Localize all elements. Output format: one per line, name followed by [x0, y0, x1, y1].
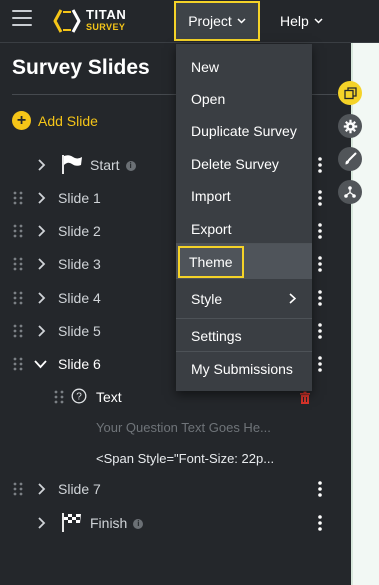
project-dropdown-menu: New Open Duplicate Survey Delete Survey … [176, 44, 312, 391]
copy-button[interactable] [338, 81, 362, 105]
project-menu-button[interactable]: Project [174, 1, 260, 41]
add-slide-label: Add Slide [38, 112, 98, 129]
kebab-menu-icon[interactable] [317, 289, 323, 307]
slide-label: Slide 4 [58, 290, 101, 306]
drag-handle-icon[interactable] [12, 324, 24, 338]
chevron-right-icon[interactable] [36, 292, 46, 304]
chevron-right-icon[interactable] [36, 192, 46, 204]
info-icon[interactable]: i [133, 519, 144, 529]
drag-handle-icon[interactable] [12, 257, 24, 271]
drag-handle-icon[interactable] [12, 191, 24, 205]
info-icon[interactable]: i [125, 161, 136, 171]
menu-item-import[interactable]: Import [176, 179, 312, 212]
chevron-right-icon[interactable] [36, 483, 46, 495]
help-menu-button[interactable]: Help [280, 1, 340, 41]
top-bar: TITAN SURVEY Project Help [0, 0, 379, 43]
settings-button[interactable] [338, 114, 362, 138]
slide-label: Finish i [90, 515, 144, 531]
trash-icon[interactable] [298, 391, 312, 405]
menu-item-delete-survey[interactable]: Delete Survey [176, 147, 312, 180]
drag-handle-icon[interactable] [12, 482, 24, 496]
plus-icon: + [12, 111, 31, 130]
share-icon [344, 186, 356, 198]
slide-label: Slide 1 [58, 190, 101, 206]
kebab-menu-icon[interactable] [317, 480, 323, 498]
drag-handle-icon[interactable] [12, 224, 24, 238]
chevron-right-icon[interactable] [36, 225, 46, 237]
slide-row-7[interactable]: Slide 7 [0, 472, 340, 505]
add-slide-button[interactable]: + Add Slide [12, 111, 98, 130]
menu-item-export[interactable]: Export [176, 212, 312, 245]
question-icon: ? [71, 388, 87, 404]
chevron-down-icon[interactable] [34, 359, 47, 369]
flag-icon [62, 155, 82, 174]
question-markup-text: <Span Style="Font-Size: 22p... [96, 451, 275, 466]
kebab-menu-icon[interactable] [317, 222, 323, 240]
kebab-menu-icon[interactable] [317, 355, 323, 373]
theme-brush-button[interactable] [338, 147, 362, 171]
slide-row-finish[interactable]: Finish i [0, 506, 340, 539]
kebab-menu-icon[interactable] [317, 156, 323, 174]
hamburger-menu-icon[interactable] [12, 10, 32, 28]
slide-label: Slide 3 [58, 256, 101, 272]
share-button[interactable] [338, 180, 362, 204]
checkered-flag-icon [62, 513, 81, 532]
drag-handle-icon[interactable] [12, 291, 24, 305]
chevron-right-icon[interactable] [36, 258, 46, 270]
menu-item-my-submissions[interactable]: My Submissions [176, 352, 312, 385]
page-title: Survey Slides [12, 56, 150, 79]
brand-name: TITAN [86, 7, 127, 22]
drag-handle-icon[interactable] [53, 390, 65, 404]
slide-label: Slide 2 [58, 223, 101, 239]
gear-icon [343, 119, 357, 133]
svg-text:?: ? [76, 392, 82, 403]
kebab-menu-icon[interactable] [317, 322, 323, 340]
menu-item-new[interactable]: New [176, 50, 312, 83]
brand-sub: SURVEY [86, 22, 126, 32]
kebab-menu-icon[interactable] [317, 255, 323, 273]
chevron-right-icon[interactable] [36, 517, 46, 529]
menu-item-settings[interactable]: Settings [176, 319, 312, 352]
help-label: Help [280, 13, 309, 29]
menu-item-open[interactable]: Open [176, 82, 312, 115]
chevron-right-icon[interactable] [36, 325, 46, 337]
slide-label: Start i [90, 157, 136, 173]
slide-label: Slide 5 [58, 323, 101, 339]
question-placeholder-text: Your Question Text Goes He... [96, 420, 271, 435]
drag-handle-icon[interactable] [12, 357, 24, 371]
chevron-right-icon[interactable] [36, 159, 46, 171]
menu-item-style[interactable]: Style [176, 282, 312, 315]
chevron-down-icon [237, 18, 246, 24]
chevron-right-icon [289, 293, 296, 304]
kebab-menu-icon[interactable] [317, 514, 323, 532]
chevron-down-icon [314, 18, 323, 24]
menu-item-duplicate-survey[interactable]: Duplicate Survey [176, 114, 312, 147]
slide-label: Slide 7 [58, 481, 101, 497]
titan-logo [53, 9, 81, 33]
copy-icon [343, 86, 357, 99]
question-label: Text [96, 389, 122, 405]
logo-text: TITAN SURVEY [86, 8, 126, 32]
brush-icon [345, 152, 357, 165]
kebab-menu-icon[interactable] [317, 189, 323, 207]
slide-label: Slide 6 [58, 356, 101, 372]
project-label: Project [188, 13, 232, 29]
menu-item-theme[interactable]: Theme [176, 244, 312, 279]
